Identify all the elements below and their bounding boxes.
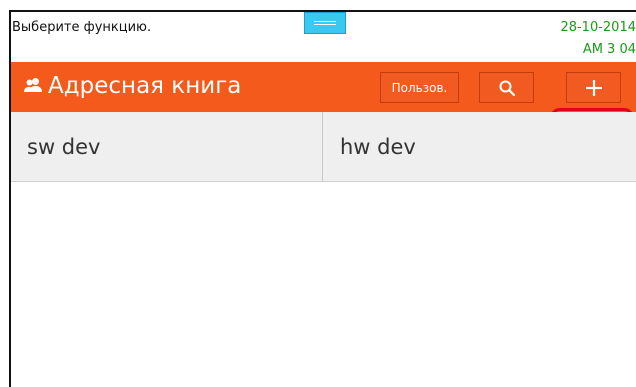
search-button[interactable]	[479, 72, 534, 103]
status-bar: Выберите функцию. 28-10-2014 AM 3 04	[11, 12, 636, 62]
address-book-icon	[24, 78, 42, 92]
tab-label: hw dev	[340, 135, 416, 159]
add-button[interactable]	[566, 72, 621, 103]
title-bar: Адресная книга Пользов.	[11, 62, 636, 172]
page-title: Адресная книга	[48, 73, 242, 99]
panel-handle[interactable]	[304, 12, 346, 34]
status-date: 28-10-2014	[560, 20, 636, 35]
tab-label: sw dev	[27, 135, 101, 159]
group-tabs: sw dev hw dev	[11, 112, 636, 182]
users-button[interactable]: Пользов.	[380, 72, 459, 103]
tab-hw-dev[interactable]: hw dev	[324, 112, 636, 181]
plus-icon	[585, 79, 602, 96]
status-message: Выберите функцию.	[12, 20, 152, 35]
address-list-area	[11, 182, 636, 387]
status-time: AM 3 04	[582, 42, 636, 54]
device-screen: Выберите функцию. 28-10-2014 AM 3 04 Адр…	[9, 10, 636, 387]
tab-sw-dev[interactable]: sw dev	[11, 112, 323, 181]
search-icon	[499, 80, 515, 96]
